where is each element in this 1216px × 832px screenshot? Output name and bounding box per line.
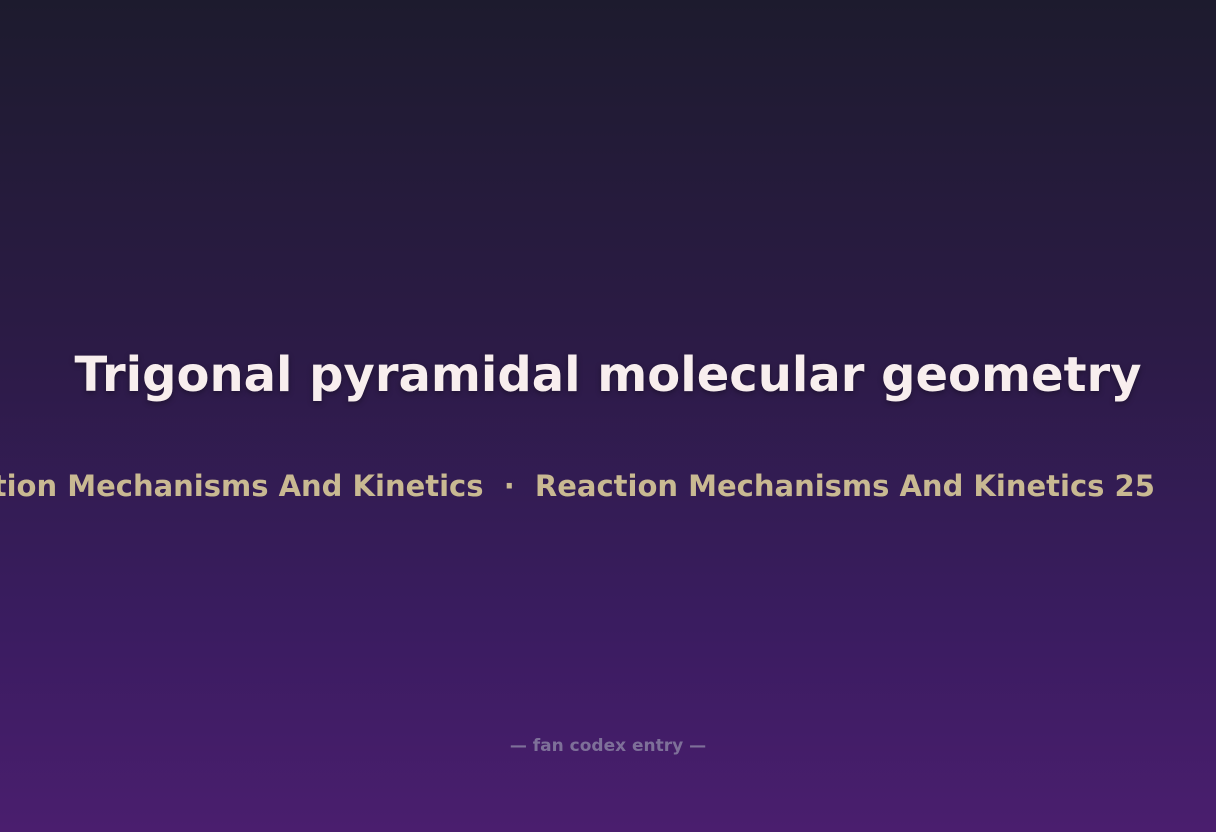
page-title: Trigonal pyramidal molecular geometry xyxy=(74,347,1142,403)
ticker-text: Reaction Mechanisms And Kinetics · React… xyxy=(0,469,1155,503)
footer-caption: — fan codex entry — xyxy=(509,736,707,756)
subtitle-ticker: Reaction Mechanisms And Kinetics · React… xyxy=(0,466,1216,506)
